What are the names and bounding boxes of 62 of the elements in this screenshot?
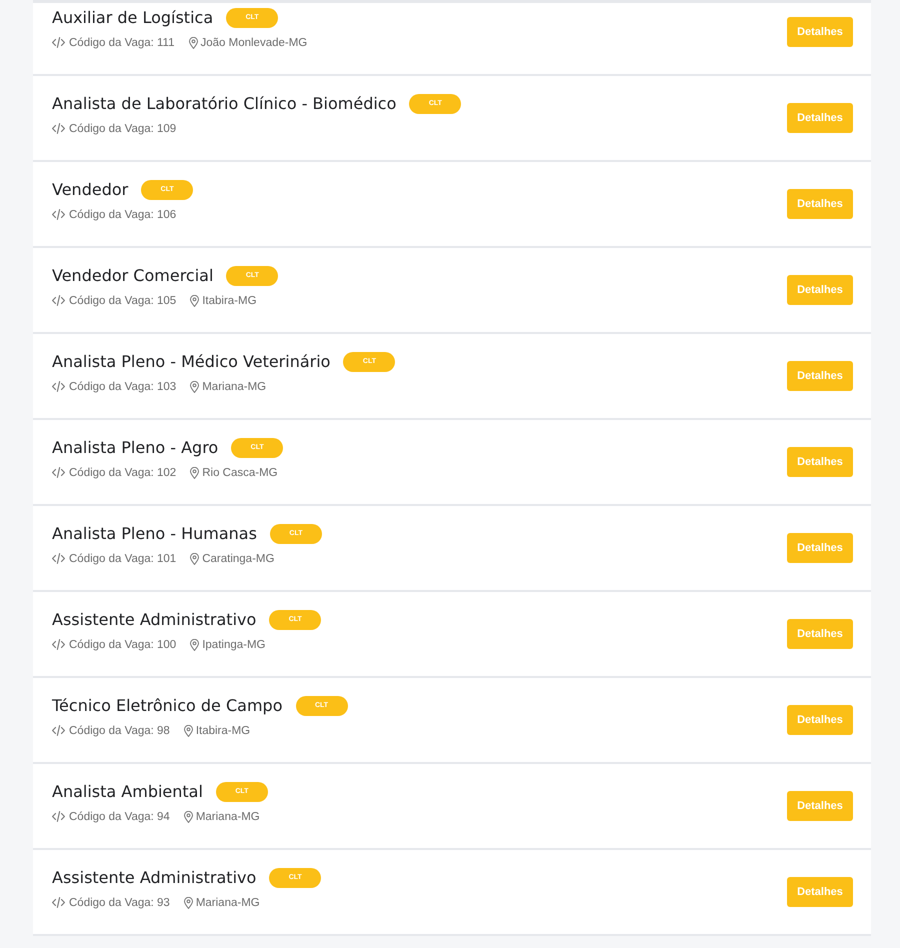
code-icon [52,209,65,220]
code-icon [52,639,65,650]
location-pin-icon [190,638,200,650]
details-button[interactable]: Detalhes [787,619,853,649]
location-pin-icon [190,552,200,564]
location-text: Rio Casca-MG [202,466,278,478]
code-icon [52,123,65,134]
vacancy-code: Código da Vaga: 106 [69,208,176,220]
code-icon [52,467,65,478]
details-button[interactable]: Detalhes [787,877,853,907]
location-pin-icon [184,896,193,908]
details-button[interactable]: Detalhes [787,791,853,821]
location-pin-icon [190,294,200,306]
code-icon [52,295,65,306]
code-icon [52,553,65,564]
code-icon [52,897,65,908]
details-button[interactable]: Detalhes [787,17,853,47]
job-title: Auxiliar de Logística [52,8,214,27]
vacancy-code: Código da Vaga: 98 [69,724,170,736]
location-pin-icon [190,380,200,392]
job-title: Analista Pleno - Agro [52,438,218,457]
vacancy-code: Código da Vaga: 101 [69,552,176,564]
location-text: Caratinga-MG [202,552,274,564]
code-icon [52,381,65,392]
location-pin-icon [188,36,198,48]
details-button[interactable]: Detalhes [787,361,853,391]
location-text: Ipatinga-MG [202,638,266,650]
code-icon [52,811,65,822]
code-icon [52,725,65,736]
details-button[interactable]: Detalhes [787,189,853,219]
details-button[interactable]: Detalhes [787,705,853,735]
location-text: João Monlevade-MG [200,36,308,48]
vacancy-code: Código da Vaga: 105 [69,294,176,306]
location-pin-icon [190,466,200,478]
location-text: Mariana-MG [196,810,260,822]
details-button[interactable]: Detalhes [787,103,853,133]
job-title: Analista Pleno - Humanas [52,524,257,543]
details-button[interactable]: Detalhes [787,533,853,563]
details-button[interactable]: Detalhes [787,447,853,477]
job-title: Assistente Administrativo [52,868,256,887]
vacancy-code: Código da Vaga: 111 [69,36,174,48]
details-button[interactable]: Detalhes [787,275,853,305]
code-icon [52,37,65,48]
location-text: Itabira-MG [196,724,250,736]
job-title: Analista de Laboratório Clínico - Biomédico [52,94,396,113]
vacancy-code: Código da Vaga: 94 [69,810,170,822]
location-pin-icon [184,724,193,736]
job-title: Analista Ambiental [52,782,203,801]
vacancy-code: Código da Vaga: 93 [69,896,170,908]
job-title: Analista Pleno - Médico Veterinário [52,352,330,371]
job-title: Vendedor Comercial [52,266,214,285]
vacancy-code: Código da Vaga: 103 [69,380,176,392]
location-text: Itabira-MG [202,294,257,306]
location-text: Mariana-MG [202,380,266,392]
vacancy-code: Código da Vaga: 100 [69,638,176,650]
location-text: Mariana-MG [196,896,260,908]
job-title: Assistente Administrativo [52,610,256,629]
job-title: Vendedor [52,180,128,199]
vacancy-code: Código da Vaga: 109 [69,122,176,134]
vacancy-code: Código da Vaga: 102 [69,466,176,478]
location-pin-icon [184,810,193,822]
job-title: Técnico Eletrônico de Campo [52,696,282,715]
